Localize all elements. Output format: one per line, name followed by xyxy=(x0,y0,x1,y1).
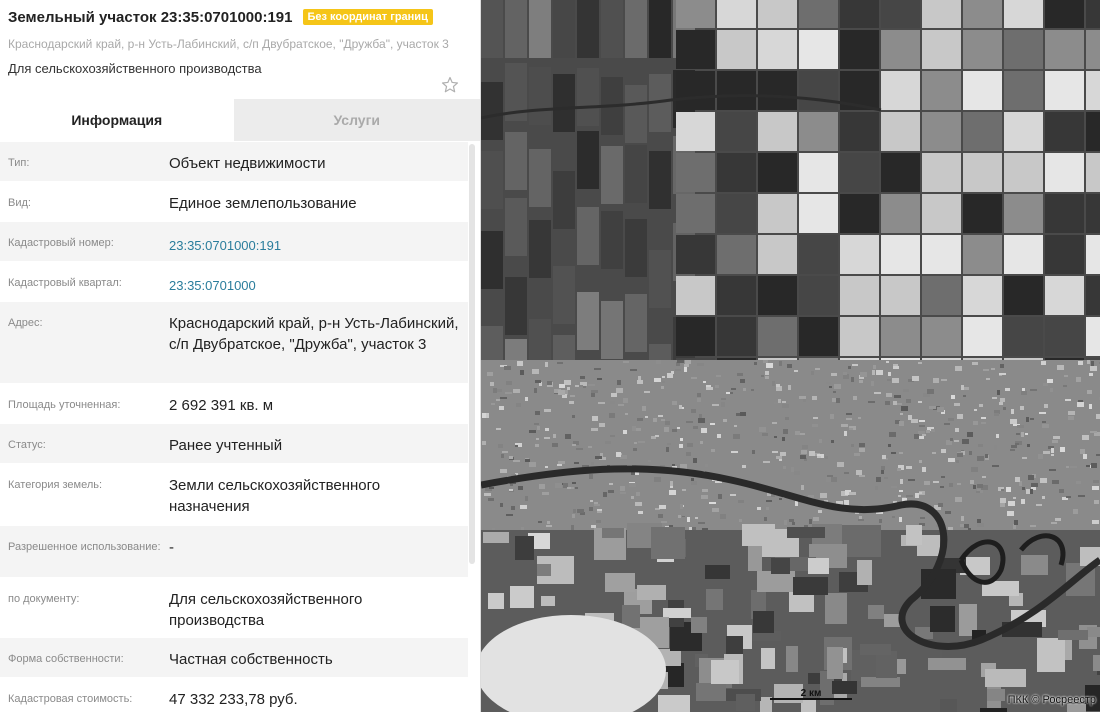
property-value: Объект недвижимости xyxy=(169,155,326,172)
property-row: Форма собственности: Частная собственност… xyxy=(0,637,468,677)
property-row: Кадастровая стоимость: 47 332 233,78 руб. xyxy=(0,677,468,712)
tab-services[interactable]: Услуги xyxy=(233,99,480,141)
property-value: Краснодарский край, р-н Усть-Лабинский, … xyxy=(169,315,459,353)
property-label: Категория земель: xyxy=(8,479,103,491)
panel-header: Земельный участок 23:35:0701000:191 Без … xyxy=(0,0,480,99)
property-value: 2 692 391 кв. м xyxy=(169,397,274,414)
property-value: Земли сельскохозяйственного назначения xyxy=(169,477,381,515)
property-link[interactable]: 23:35:0701000 xyxy=(169,262,468,301)
property-label: Кадастровый номер: xyxy=(8,237,114,249)
properties-list: Тип: Объект недвижимости Вид: Единое землеп… xyxy=(0,141,480,712)
property-value: Ранее учтенный xyxy=(169,437,283,454)
property-row: Разрешенное использование: - xyxy=(0,525,468,577)
property-value: Для сельскохозяйственного производства xyxy=(169,591,363,629)
map-scale: 2 км xyxy=(770,688,852,702)
tab-bar: Информация Услуги xyxy=(0,99,480,141)
property-row: Статус: Ранее учтенный xyxy=(0,423,468,463)
property-row: Тип: Объект недвижимости xyxy=(0,141,468,181)
property-row: Площадь уточненная: 2 692 391 кв. м xyxy=(0,383,468,423)
status-badge: Без координат границ xyxy=(302,9,433,25)
property-row: по документу: Для сельскохозяйственного п… xyxy=(0,577,468,637)
map-attribution: ПКК © Росреестр xyxy=(1007,694,1096,706)
star-outline-icon[interactable] xyxy=(441,76,459,94)
property-label: Разрешенное использование: xyxy=(8,541,161,553)
parcel-purpose: Для сельскохозяйственного производства xyxy=(8,61,262,76)
property-value: Единое землепользование xyxy=(169,195,357,212)
property-label: Вид: xyxy=(8,197,31,209)
title-row: Земельный участок 23:35:0701000:191 Без … xyxy=(8,7,472,27)
parcel-address: Краснодарский край, р-н Усть-Лабинский, … xyxy=(8,37,449,51)
parcel-title: Земельный участок 23:35:0701000:191 xyxy=(8,8,293,26)
property-row: Адрес: Краснодарский край, р-н Усть-Лабин… xyxy=(0,301,468,383)
panel-scrollbar[interactable] xyxy=(469,144,475,564)
property-row: Кадастровый квартал: 23:35:0701000 xyxy=(0,261,468,301)
property-value: Частная собственность xyxy=(169,651,333,668)
property-label: Тип: xyxy=(8,157,30,169)
property-value: 47 332 233,78 руб. xyxy=(169,691,298,708)
property-link[interactable]: 23:35:0701000:191 xyxy=(169,222,468,261)
property-label: Площадь уточненная: xyxy=(8,399,121,411)
property-label: Кадастровый квартал: xyxy=(8,277,122,289)
property-label: Кадастровая стоимость: xyxy=(8,693,133,705)
property-label: по документу: xyxy=(8,593,80,605)
property-row: Вид: Единое землепользование xyxy=(0,181,468,221)
property-row: Кадастровый номер: 23:35:0701000:191 xyxy=(0,221,468,261)
property-label: Форма собственности: xyxy=(8,653,124,665)
property-label: Статус: xyxy=(8,439,46,451)
info-panel: Земельный участок 23:35:0701000:191 Без … xyxy=(0,0,481,712)
satellite-map[interactable] xyxy=(481,0,1100,712)
property-row: Категория земель: Земли сельскохозяйствен… xyxy=(0,463,468,525)
property-value: - xyxy=(169,539,174,556)
tab-information[interactable]: Информация xyxy=(0,99,234,141)
scale-bar xyxy=(770,698,852,700)
property-label: Адрес: xyxy=(8,317,43,329)
map-imagery xyxy=(481,0,1100,712)
